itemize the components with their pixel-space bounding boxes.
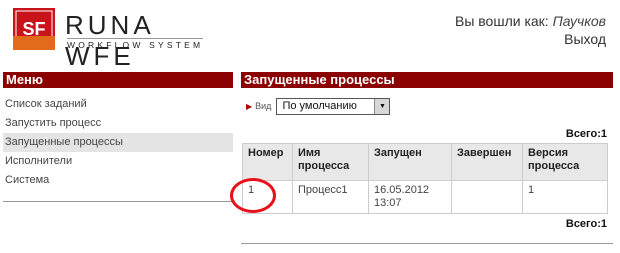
page-title: Запущенные процессы: [241, 72, 613, 88]
total-count-bottom: Всего:1: [565, 218, 607, 230]
view-selector-row: ▶ Вид По умолчанию ▼: [246, 97, 391, 115]
user-name[interactable]: Паучков: [553, 13, 606, 29]
table-header-row: Номер Имя процесса Запущен Завершен Верс…: [242, 143, 608, 181]
column-header-started[interactable]: Запущен: [368, 143, 452, 181]
sidebar-item-start-process[interactable]: Запустить процесс: [3, 114, 233, 133]
cell-version[interactable]: 1: [522, 180, 608, 214]
sidebar-menu: Меню Список заданий Запустить процесс За…: [3, 72, 233, 202]
sidebar-item-system[interactable]: Система: [3, 171, 233, 190]
chevron-down-icon[interactable]: ▼: [374, 98, 390, 114]
menu-divider: [3, 201, 233, 202]
column-header-process-name[interactable]: Имя процесса: [292, 143, 369, 181]
cell-process-name[interactable]: Процесс1: [292, 180, 369, 214]
logged-in-line: Вы вошли как: Паучков: [455, 12, 606, 30]
logo-mark-icon: SF: [13, 8, 55, 50]
sidebar-item-task-list[interactable]: Список заданий: [3, 95, 233, 114]
triangle-right-icon[interactable]: ▶: [246, 102, 252, 111]
view-label[interactable]: Вид: [255, 101, 271, 111]
svg-text:SF: SF: [22, 19, 45, 39]
total-count-top: Всего:1: [565, 128, 607, 140]
user-info: Вы вошли как: Паучков Выход: [455, 12, 606, 48]
logo-subtitle: WORKFLOW SYSTEM: [67, 38, 204, 50]
logged-in-label: Вы вошли как:: [454, 13, 549, 29]
main-divider: [241, 243, 613, 244]
runa-wfe-logo: SF RUNA WFE WORKFLOW SYSTEM: [13, 8, 223, 71]
view-select[interactable]: По умолчанию ▼: [276, 97, 391, 115]
column-header-version[interactable]: Версия процесса: [522, 143, 608, 181]
cell-finished[interactable]: [451, 180, 523, 214]
column-header-number[interactable]: Номер: [242, 143, 293, 181]
logout-link[interactable]: Выход: [455, 30, 606, 48]
table-row[interactable]: 1 Процесс1 16.05.2012 13:07 1: [242, 180, 608, 214]
menu-title: Меню: [3, 72, 233, 88]
cell-started[interactable]: 16.05.2012 13:07: [368, 180, 452, 214]
sidebar-item-running-processes[interactable]: Запущенные процессы: [3, 133, 233, 152]
processes-table: Номер Имя процесса Запущен Завершен Верс…: [242, 143, 608, 214]
menu-list: Список заданий Запустить процесс Запущен…: [3, 95, 233, 190]
view-select-value: По умолчанию: [282, 100, 357, 112]
column-header-finished[interactable]: Завершен: [451, 143, 523, 181]
sidebar-item-executors[interactable]: Исполнители: [3, 152, 233, 171]
cell-number[interactable]: 1: [242, 180, 293, 214]
main-panel: Запущенные процессы ▶ Вид По умолчанию ▼…: [241, 72, 613, 244]
